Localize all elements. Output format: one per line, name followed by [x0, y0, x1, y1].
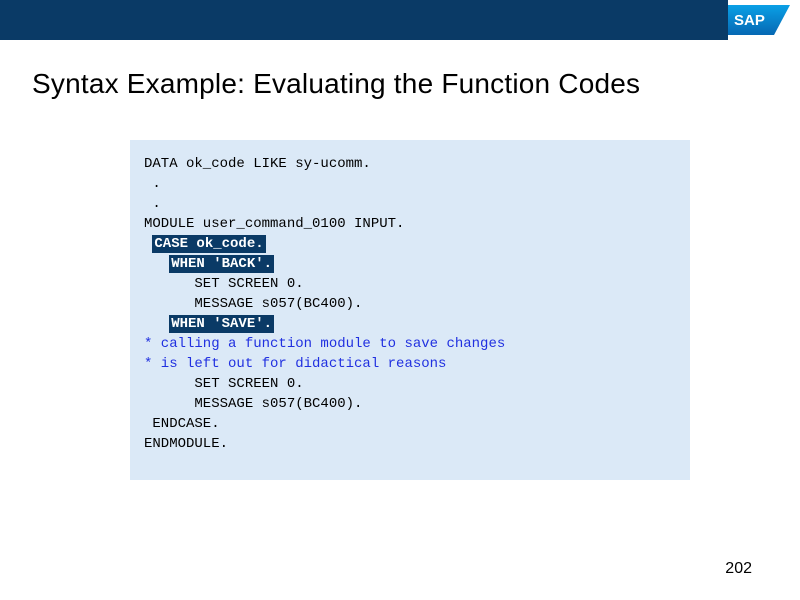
- logo-text: SAP: [734, 12, 765, 29]
- code-line: WHEN 'BACK'.: [144, 254, 678, 274]
- code-line: .: [144, 174, 678, 194]
- code-block: DATA ok_code LIKE sy-ucomm. . . MODULE u…: [130, 140, 690, 480]
- code-comment: * calling a function module to save chan…: [144, 334, 678, 354]
- code-line: MESSAGE s057(BC400).: [144, 294, 678, 314]
- logo-container: SAP: [728, 0, 800, 40]
- sap-logo: SAP: [728, 0, 800, 40]
- code-line: MODULE user_command_0100 INPUT.: [144, 214, 678, 234]
- code-line: DATA ok_code LIKE sy-ucomm.: [144, 154, 678, 174]
- code-line: SET SCREEN 0.: [144, 374, 678, 394]
- code-line: CASE ok_code.: [144, 234, 678, 254]
- code-highlight: WHEN 'BACK'.: [169, 255, 274, 273]
- code-highlight: WHEN 'SAVE'.: [169, 315, 274, 333]
- code-highlight: CASE ok_code.: [152, 235, 265, 253]
- code-comment: * is left out for didactical reasons: [144, 354, 678, 374]
- code-line: .: [144, 194, 678, 214]
- code-line: SET SCREEN 0.: [144, 274, 678, 294]
- page-title: Syntax Example: Evaluating the Function …: [0, 40, 800, 100]
- code-line: WHEN 'SAVE'.: [144, 314, 678, 334]
- code-line: ENDCASE.: [144, 414, 678, 434]
- code-line: ENDMODULE.: [144, 434, 678, 454]
- page-number: 202: [725, 560, 752, 578]
- code-line: MESSAGE s057(BC400).: [144, 394, 678, 414]
- header-bar: SAP: [0, 0, 800, 40]
